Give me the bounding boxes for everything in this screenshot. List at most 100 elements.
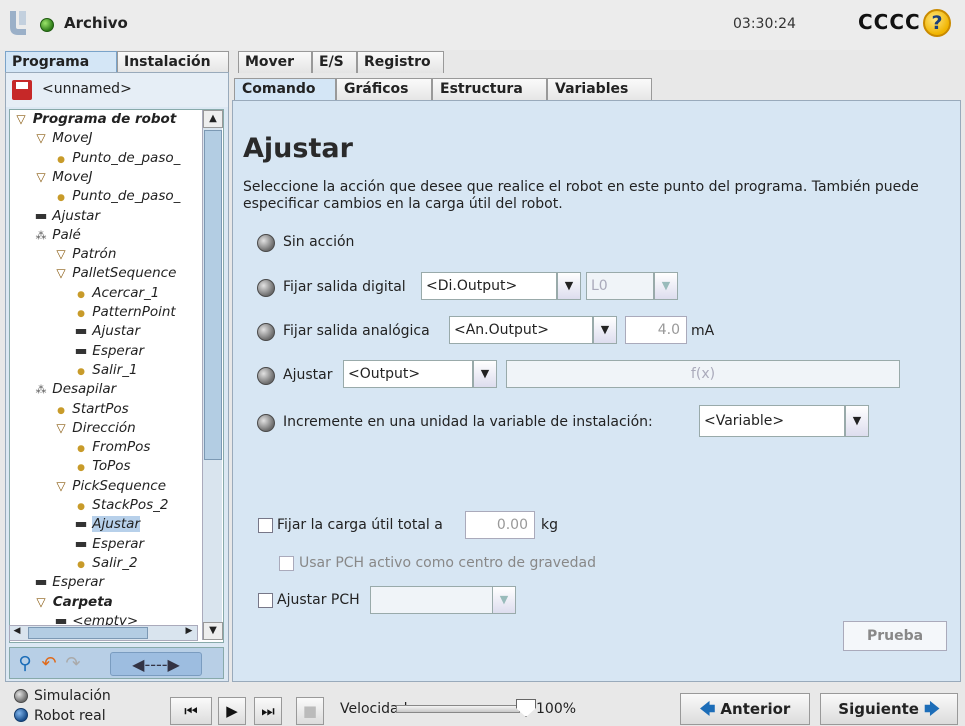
chevron-down-icon[interactable]: ▼ [593,316,617,344]
waypoint-icon: ● [77,289,85,300]
radio-digital-output[interactable] [257,279,275,297]
stop-icon[interactable]: ■ [296,697,324,725]
tcp-cog-checkbox[interactable] [279,556,294,571]
waypoint-icon: ● [77,366,85,377]
tree-node[interactable]: ● Salir_2 [74,554,138,573]
variable-select[interactable]: <Variable> [699,405,845,437]
redo-icon[interactable]: ↷ [62,652,84,676]
tree-node[interactable]: ● FromPos [74,438,150,457]
radio-set-expression[interactable] [257,367,275,385]
tree-node-label: Punto_de_paso_ [72,188,181,205]
chevron-down-icon[interactable]: ▼ [492,586,516,614]
scroll-left-icon[interactable]: ◀ [10,626,24,640]
subtab-command[interactable]: Comando [234,78,336,100]
tcp-cog-label: Usar PCH activo como centro de gravedad [299,555,596,571]
tree-node[interactable]: ▬ Esperar [74,535,145,554]
analog-unit: mA [691,323,715,339]
chevron-down-icon[interactable]: ▼ [557,272,581,300]
output-select[interactable]: <Output> [343,360,473,388]
tree-node[interactable]: ▬ Ajustar [74,322,140,341]
node-triangle-icon: ▽ [36,131,46,146]
file-menu[interactable]: Archivo [64,14,128,32]
program-file-name: <unnamed> [42,81,132,97]
search-icon[interactable]: ⚲ [14,652,36,676]
digital-output-select[interactable]: <Di.Output> [421,272,557,300]
tree-vertical-scrollbar[interactable]: ▲ ▼ [202,110,223,640]
tree-node[interactable]: ▬ Esperar [74,342,145,361]
radio-increment-variable[interactable] [257,414,275,432]
tree-node[interactable]: ▬ Ajustar [34,207,100,226]
set-tcp-checkbox[interactable] [258,593,273,608]
tree-node-label: Salir_2 [92,554,138,571]
tcp-select[interactable] [370,586,494,614]
real-robot-radio[interactable] [14,708,28,722]
test-button[interactable]: Prueba [843,621,947,651]
tree-node[interactable]: ⁂ Palé [34,226,81,245]
tree-node[interactable]: ▽ PickSequence [54,477,166,496]
tree-node-label: Esperar [92,535,145,552]
tree-node[interactable]: ▽ MoveJ [34,129,92,148]
tree-horizontal-scrollbar[interactable]: ◀ ▶ [9,625,198,641]
tree-node-label: Palé [52,226,81,243]
speed-slider[interactable] [396,705,520,713]
move-node-icon[interactable]: ◀----▶ [110,652,202,676]
tree-node[interactable]: ● StartPos [54,400,129,419]
chevron-down-icon[interactable]: ▼ [473,360,497,388]
help-icon[interactable]: ? [923,9,951,37]
tree-node[interactable]: ● PatternPoint [74,303,176,322]
tree-toolbar: ⚲ ↶ ↷ ◀----▶ [9,647,224,679]
tree-node[interactable]: ▽ MoveJ [34,168,92,187]
waypoint-icon: ● [77,463,85,474]
hscroll-thumb[interactable] [28,627,148,639]
payload-field[interactable]: 0.00 [465,511,535,539]
next-button[interactable]: Siguiente 🡆 [820,693,958,725]
tab-log[interactable]: Registro [357,51,444,73]
tab-installation[interactable]: Instalación [117,51,229,73]
tree-node[interactable]: ▽ Programa de robot [14,110,176,129]
subtab-structure[interactable]: Estructura [432,78,547,100]
tree-node[interactable]: ● Punto_de_paso_ [54,149,180,168]
analog-output-select[interactable]: <An.Output> [449,316,593,344]
tab-io[interactable]: E/S [312,51,357,73]
tab-move[interactable]: Mover [238,51,312,73]
step-icon[interactable]: ⏭ [254,697,282,725]
scroll-right-icon[interactable]: ▶ [182,626,196,640]
scrollbar-thumb[interactable] [204,130,222,460]
radio-analog-output[interactable] [257,323,275,341]
payload-checkbox[interactable] [258,518,273,533]
program-tree-panel: <unnamed> ▽ Programa de robot ▽ MoveJ ● Pu… [5,72,229,682]
play-icon[interactable]: ▶ [218,697,246,725]
chevron-down-icon[interactable]: ▼ [654,272,678,300]
tree-node[interactable]: ● ToPos [74,457,131,476]
top-bar: Archivo 03:30:24 CCCC ? [0,0,965,50]
tab-program[interactable]: Programa [5,51,117,73]
tree-node[interactable]: ▬ Ajustar [74,515,140,534]
chevron-down-icon[interactable]: ▼ [845,405,869,437]
node-triangle-icon: ▽ [36,594,46,609]
speed-slider-thumb[interactable] [516,699,536,717]
simulation-radio[interactable] [14,689,28,703]
undo-icon[interactable]: ↶ [38,652,60,676]
subtab-variables[interactable]: Variables [547,78,652,100]
tree-node[interactable]: ▽ PalletSequence [54,264,176,283]
digital-value-select[interactable]: L0 [586,272,654,300]
tree-node[interactable]: ▬ Esperar [34,573,105,592]
tree-node[interactable]: ● Punto_de_paso_ [54,187,180,206]
tree-node[interactable]: ● Acercar_1 [74,284,159,303]
scroll-up-icon[interactable]: ▲ [203,110,223,128]
tree-node[interactable]: ⁂ Desapilar [34,380,117,399]
previous-button[interactable]: 🡄 Anterior [680,693,810,725]
radio-no-action[interactable] [257,234,275,252]
save-icon[interactable] [12,80,32,100]
tree-node[interactable]: ▽ Carpeta [34,593,112,612]
waypoint-icon: ● [77,309,85,319]
scroll-down-icon[interactable]: ▼ [203,622,223,640]
expression-field[interactable]: f(x) [506,360,900,388]
tree-node[interactable]: ▽ Dirección [54,419,135,438]
tree-node[interactable]: ● StackPos_2 [74,496,168,515]
tree-node[interactable]: ● Salir_1 [74,361,137,380]
skip-back-icon[interactable]: ⏮ [170,697,212,725]
subtab-graphics[interactable]: Gráficos [336,78,432,100]
tree-node[interactable]: ▽ Patrón [54,245,116,264]
analog-value-field[interactable]: 4.0 [625,316,687,344]
